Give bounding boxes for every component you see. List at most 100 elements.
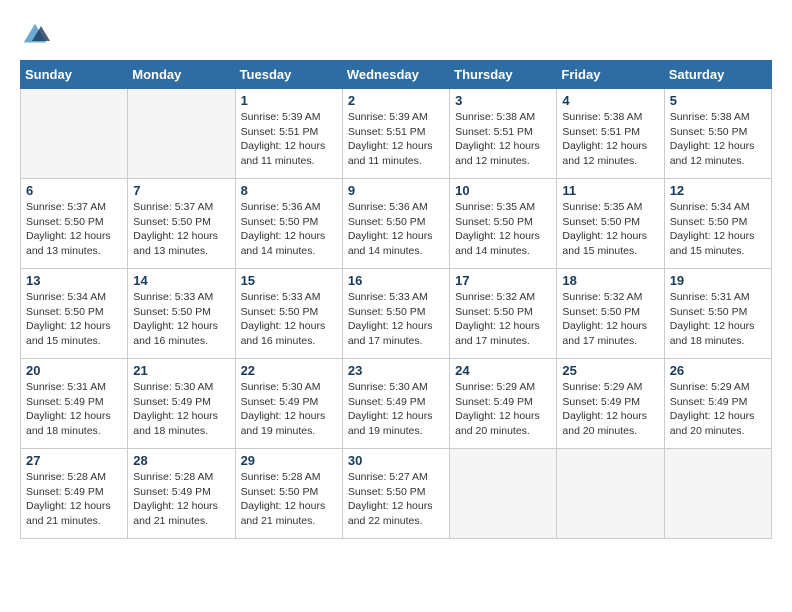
day-info: Sunrise: 5:33 AM Sunset: 5:50 PM Dayligh… bbox=[241, 290, 337, 349]
day-number: 4 bbox=[562, 93, 658, 108]
day-cell bbox=[450, 449, 557, 539]
day-cell: 10 Sunrise: 5:35 AM Sunset: 5:50 PM Dayli… bbox=[450, 179, 557, 269]
week-row-1: 1 Sunrise: 5:39 AM Sunset: 5:51 PM Daylig… bbox=[21, 89, 772, 179]
day-number: 10 bbox=[455, 183, 551, 198]
day-cell: 11 Sunrise: 5:35 AM Sunset: 5:50 PM Dayli… bbox=[557, 179, 664, 269]
day-cell: 26 Sunrise: 5:29 AM Sunset: 5:49 PM Dayli… bbox=[664, 359, 771, 449]
day-cell: 3 Sunrise: 5:38 AM Sunset: 5:51 PM Daylig… bbox=[450, 89, 557, 179]
day-info: Sunrise: 5:30 AM Sunset: 5:49 PM Dayligh… bbox=[133, 380, 229, 439]
day-cell: 23Sunrise: 5:30 AM Sunset: 5:49 PM Dayli… bbox=[342, 359, 449, 449]
day-info: Sunrise: 5:34 AM Sunset: 5:50 PM Dayligh… bbox=[670, 200, 766, 259]
day-number: 2 bbox=[348, 93, 444, 108]
day-number: 15 bbox=[241, 273, 337, 288]
day-cell: 15 Sunrise: 5:33 AM Sunset: 5:50 PM Dayli… bbox=[235, 269, 342, 359]
logo bbox=[20, 20, 54, 50]
day-info: Sunrise: 5:35 AM Sunset: 5:50 PM Dayligh… bbox=[562, 200, 658, 259]
col-header-thursday: Thursday bbox=[450, 61, 557, 89]
day-cell: 16Sunrise: 5:33 AM Sunset: 5:50 PM Dayli… bbox=[342, 269, 449, 359]
day-cell: 14 Sunrise: 5:33 AM Sunset: 5:50 PM Dayli… bbox=[128, 269, 235, 359]
day-cell: 8 Sunrise: 5:36 AM Sunset: 5:50 PM Daylig… bbox=[235, 179, 342, 269]
day-info: Sunrise: 5:29 AM Sunset: 5:49 PM Dayligh… bbox=[670, 380, 766, 439]
day-cell: 2 Sunrise: 5:39 AM Sunset: 5:51 PM Daylig… bbox=[342, 89, 449, 179]
day-cell: 28Sunrise: 5:28 AM Sunset: 5:49 PM Dayli… bbox=[128, 449, 235, 539]
day-number: 9 bbox=[348, 183, 444, 198]
day-cell: 17 Sunrise: 5:32 AM Sunset: 5:50 PM Dayli… bbox=[450, 269, 557, 359]
day-number: 3 bbox=[455, 93, 551, 108]
calendar-table: SundayMondayTuesdayWednesdayThursdayFrid… bbox=[20, 60, 772, 539]
day-cell: 9 Sunrise: 5:36 AM Sunset: 5:50 PM Daylig… bbox=[342, 179, 449, 269]
col-header-saturday: Saturday bbox=[664, 61, 771, 89]
day-number: 18 bbox=[562, 273, 658, 288]
day-cell: 27Sunrise: 5:28 AM Sunset: 5:49 PM Dayli… bbox=[21, 449, 128, 539]
day-info: Sunrise: 5:29 AM Sunset: 5:49 PM Dayligh… bbox=[562, 380, 658, 439]
day-number: 22 bbox=[241, 363, 337, 378]
day-number: 8 bbox=[241, 183, 337, 198]
day-info: Sunrise: 5:28 AM Sunset: 5:50 PM Dayligh… bbox=[241, 470, 337, 529]
day-info: Sunrise: 5:33 AM Sunset: 5:50 PM Dayligh… bbox=[133, 290, 229, 349]
day-cell: 29 Sunrise: 5:28 AM Sunset: 5:50 PM Dayli… bbox=[235, 449, 342, 539]
col-header-sunday: Sunday bbox=[21, 61, 128, 89]
day-number: 30 bbox=[348, 453, 444, 468]
day-number: 1 bbox=[241, 93, 337, 108]
day-info: Sunrise: 5:27 AM Sunset: 5:50 PM Dayligh… bbox=[348, 470, 444, 529]
day-cell: 4 Sunrise: 5:38 AM Sunset: 5:51 PM Daylig… bbox=[557, 89, 664, 179]
day-info: Sunrise: 5:30 AM Sunset: 5:49 PM Dayligh… bbox=[348, 380, 444, 439]
day-cell: 5 Sunrise: 5:38 AM Sunset: 5:50 PM Daylig… bbox=[664, 89, 771, 179]
logo-icon bbox=[20, 20, 50, 50]
day-info: Sunrise: 5:37 AM Sunset: 5:50 PM Dayligh… bbox=[133, 200, 229, 259]
day-info: Sunrise: 5:39 AM Sunset: 5:51 PM Dayligh… bbox=[348, 110, 444, 169]
day-cell: 13 Sunrise: 5:34 AM Sunset: 5:50 PM Dayli… bbox=[21, 269, 128, 359]
day-info: Sunrise: 5:38 AM Sunset: 5:50 PM Dayligh… bbox=[670, 110, 766, 169]
day-number: 11 bbox=[562, 183, 658, 198]
week-row-3: 13 Sunrise: 5:34 AM Sunset: 5:50 PM Dayli… bbox=[21, 269, 772, 359]
day-info: Sunrise: 5:34 AM Sunset: 5:50 PM Dayligh… bbox=[26, 290, 122, 349]
day-cell: 30 Sunrise: 5:27 AM Sunset: 5:50 PM Dayli… bbox=[342, 449, 449, 539]
day-number: 29 bbox=[241, 453, 337, 468]
day-number: 25 bbox=[562, 363, 658, 378]
day-info: Sunrise: 5:31 AM Sunset: 5:50 PM Dayligh… bbox=[670, 290, 766, 349]
col-header-monday: Monday bbox=[128, 61, 235, 89]
day-number: 21 bbox=[133, 363, 229, 378]
day-info: Sunrise: 5:29 AM Sunset: 5:49 PM Dayligh… bbox=[455, 380, 551, 439]
day-number: 26 bbox=[670, 363, 766, 378]
day-info: Sunrise: 5:31 AM Sunset: 5:49 PM Dayligh… bbox=[26, 380, 122, 439]
day-number: 12 bbox=[670, 183, 766, 198]
day-cell: 19 Sunrise: 5:31 AM Sunset: 5:50 PM Dayli… bbox=[664, 269, 771, 359]
day-cell: 22 Sunrise: 5:30 AM Sunset: 5:49 PM Dayli… bbox=[235, 359, 342, 449]
day-cell: 24 Sunrise: 5:29 AM Sunset: 5:49 PM Dayli… bbox=[450, 359, 557, 449]
day-cell bbox=[664, 449, 771, 539]
day-number: 20 bbox=[26, 363, 122, 378]
day-cell bbox=[128, 89, 235, 179]
day-info: Sunrise: 5:38 AM Sunset: 5:51 PM Dayligh… bbox=[455, 110, 551, 169]
day-number: 13 bbox=[26, 273, 122, 288]
day-info: Sunrise: 5:38 AM Sunset: 5:51 PM Dayligh… bbox=[562, 110, 658, 169]
page-header bbox=[20, 20, 772, 50]
day-info: Sunrise: 5:32 AM Sunset: 5:50 PM Dayligh… bbox=[562, 290, 658, 349]
week-row-2: 6 Sunrise: 5:37 AM Sunset: 5:50 PM Daylig… bbox=[21, 179, 772, 269]
day-cell: 12 Sunrise: 5:34 AM Sunset: 5:50 PM Dayli… bbox=[664, 179, 771, 269]
day-number: 6 bbox=[26, 183, 122, 198]
day-number: 17 bbox=[455, 273, 551, 288]
day-info: Sunrise: 5:36 AM Sunset: 5:50 PM Dayligh… bbox=[348, 200, 444, 259]
day-number: 19 bbox=[670, 273, 766, 288]
day-info: Sunrise: 5:32 AM Sunset: 5:50 PM Dayligh… bbox=[455, 290, 551, 349]
day-cell: 1 Sunrise: 5:39 AM Sunset: 5:51 PM Daylig… bbox=[235, 89, 342, 179]
day-cell: 20 Sunrise: 5:31 AM Sunset: 5:49 PM Dayli… bbox=[21, 359, 128, 449]
day-number: 14 bbox=[133, 273, 229, 288]
day-info: Sunrise: 5:39 AM Sunset: 5:51 PM Dayligh… bbox=[241, 110, 337, 169]
col-header-wednesday: Wednesday bbox=[342, 61, 449, 89]
day-info: Sunrise: 5:35 AM Sunset: 5:50 PM Dayligh… bbox=[455, 200, 551, 259]
col-header-tuesday: Tuesday bbox=[235, 61, 342, 89]
day-cell: 25 Sunrise: 5:29 AM Sunset: 5:49 PM Dayli… bbox=[557, 359, 664, 449]
day-cell: 7Sunrise: 5:37 AM Sunset: 5:50 PM Daylig… bbox=[128, 179, 235, 269]
day-info: Sunrise: 5:37 AM Sunset: 5:50 PM Dayligh… bbox=[26, 200, 122, 259]
day-info: Sunrise: 5:28 AM Sunset: 5:49 PM Dayligh… bbox=[26, 470, 122, 529]
week-row-4: 20 Sunrise: 5:31 AM Sunset: 5:49 PM Dayli… bbox=[21, 359, 772, 449]
day-info: Sunrise: 5:30 AM Sunset: 5:49 PM Dayligh… bbox=[241, 380, 337, 439]
day-number: 24 bbox=[455, 363, 551, 378]
day-number: 5 bbox=[670, 93, 766, 108]
day-cell: 18 Sunrise: 5:32 AM Sunset: 5:50 PM Dayli… bbox=[557, 269, 664, 359]
day-info: Sunrise: 5:36 AM Sunset: 5:50 PM Dayligh… bbox=[241, 200, 337, 259]
day-cell: 21 Sunrise: 5:30 AM Sunset: 5:49 PM Dayli… bbox=[128, 359, 235, 449]
day-info: Sunrise: 5:33 AM Sunset: 5:50 PM Dayligh… bbox=[348, 290, 444, 349]
